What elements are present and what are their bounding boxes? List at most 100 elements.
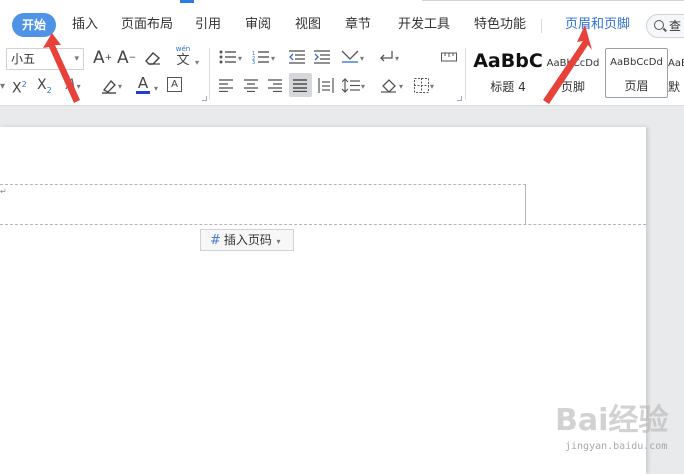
bullet-list-icon (219, 50, 236, 64)
line-break-icon (380, 51, 393, 62)
chevron-down-icon[interactable]: ▾ (195, 54, 199, 72)
align-left-button[interactable] (219, 79, 233, 98)
ribbon-toolbar: 小五 ▾ A+ A− wén 文 ▾ ▾ X2 X2 A▾ ▾ A ▾ A ▾ … (0, 44, 684, 106)
justify-button[interactable] (289, 73, 312, 97)
style-label: 页眉 (624, 79, 649, 93)
style-footer[interactable]: AaBbCcDd 页脚 (540, 48, 606, 98)
distribute-align-button[interactable] (318, 78, 334, 99)
tab-chapter[interactable]: 章节 (345, 13, 371, 37)
clear-format-button[interactable] (144, 50, 162, 72)
document-page[interactable]: ↵ # 插入页码 ▾ (0, 127, 646, 474)
menu-divider (541, 19, 542, 33)
increase-font-icon: A (93, 48, 105, 68)
increase-font-size-button[interactable]: A+ (93, 49, 112, 67)
shading-button[interactable]: ▾ (380, 78, 403, 99)
tab-page-layout[interactable]: 页面布局 (121, 13, 173, 37)
text-direction-icon (341, 50, 359, 63)
text-effect-icon: A (66, 77, 76, 93)
tab-developer-tools[interactable]: 开发工具 (398, 13, 450, 37)
line-spacing-icon (341, 78, 360, 93)
distributed-button[interactable] (441, 50, 457, 70)
character-border-button[interactable]: A (167, 77, 182, 92)
bullet-list-button[interactable]: ▾ (219, 50, 242, 70)
distribute-icon (318, 78, 334, 93)
style-sample: AaBbC (473, 50, 543, 72)
superscript-button[interactable]: X2 (12, 76, 27, 98)
style-header[interactable]: AaBbCcDd 页眉 (605, 48, 668, 98)
line-break-button[interactable]: ▾ (378, 50, 399, 70)
title-bar-border (422, 0, 684, 1)
superscript-exponent: 2 (21, 80, 27, 89)
tab-review[interactable]: 审阅 (245, 13, 271, 37)
baidu-watermark: Bai经验 jingyan.baidu.com (555, 395, 684, 470)
chevron-down-icon: ▾ (273, 237, 281, 246)
style-sample: AaB (668, 58, 684, 69)
borders-button[interactable]: ▾ (414, 78, 434, 99)
style-sample: AaBbCcDd (610, 57, 663, 68)
numbered-list-icon: 123 (252, 51, 269, 66)
subscript-button[interactable]: X2 (37, 76, 52, 100)
tab-header-footer[interactable]: 页眉和页脚 (565, 13, 630, 37)
phonetic-guide-button[interactable]: wén 文 (173, 45, 193, 68)
text-direction-button[interactable]: ▾ (341, 50, 364, 70)
svg-text:3: 3 (252, 60, 255, 64)
decrease-indent-button[interactable] (289, 50, 305, 70)
chevron-down-icon[interactable]: ▾ (154, 80, 158, 98)
line-spacing-button[interactable]: ▾ (341, 78, 365, 99)
paragraph-dialog-launcher[interactable] (457, 96, 462, 101)
align-justify-icon (293, 79, 307, 93)
highlight-button[interactable]: ▾ (101, 78, 122, 100)
ribbon-menu-bar: 开始 插入 页面布局 引用 审阅 视图 章节 开发工具 特色功能 页眉和页脚 查 (0, 6, 684, 44)
tab-references[interactable]: 引用 (195, 13, 221, 37)
align-right-icon (268, 79, 282, 93)
increase-indent-button[interactable] (314, 50, 330, 70)
style-heading-4[interactable]: AaBbC 标题 4 (472, 48, 544, 98)
align-center-icon (244, 79, 258, 93)
font-size-select[interactable]: 小五 ▾ (6, 48, 84, 70)
chevron-down-icon[interactable]: ▾ (0, 78, 5, 96)
font-dialog-launcher[interactable] (202, 96, 207, 101)
page-number-icon: # (210, 233, 221, 248)
chevron-down-icon: ▾ (74, 54, 79, 64)
search-box[interactable]: 查 (646, 14, 684, 38)
eraser-icon (145, 52, 161, 65)
font-size-value: 小五 (11, 52, 36, 66)
font-color-icon: A (137, 74, 149, 92)
superscript-icon: X (12, 80, 22, 97)
text-effect-button[interactable]: A▾ (66, 76, 81, 96)
tab-insert[interactable]: 插入 (72, 13, 98, 37)
style-label: 页脚 (560, 80, 585, 94)
group-divider (209, 48, 210, 100)
subscript-icon: X (37, 77, 47, 93)
search-icon (654, 20, 664, 30)
watermark-brand: Bai经验 (555, 403, 669, 438)
tab-start[interactable]: 开始 (12, 13, 57, 37)
subscript-exponent: 2 (46, 85, 52, 95)
ruler-icon (441, 52, 457, 62)
insert-page-number-label: 插入页码 (223, 233, 272, 247)
tab-view[interactable]: 视图 (295, 13, 321, 37)
align-center-button[interactable] (244, 79, 258, 98)
tab-special-features[interactable]: 特色功能 (474, 13, 526, 37)
header-region[interactable] (0, 184, 526, 224)
insert-page-number-button[interactable]: # 插入页码 ▾ (200, 229, 294, 251)
align-right-button[interactable] (268, 79, 282, 98)
phonetic-char-icon: 文 (176, 53, 190, 68)
border-grid-icon (414, 78, 429, 93)
indent-icon (314, 50, 330, 64)
char-border-icon: A (171, 79, 178, 90)
active-doc-tab-indicator (180, 0, 194, 3)
style-label: 标题 4 (490, 80, 526, 94)
outdent-icon (289, 50, 305, 64)
header-separator (0, 224, 646, 225)
decrease-font-icon: A (117, 48, 129, 68)
group-divider (465, 48, 466, 100)
style-label: 默 (668, 80, 681, 94)
highlighter-icon (102, 80, 116, 94)
style-default[interactable]: AaB 默 (668, 48, 684, 98)
styles-gallery: AaBbC 标题 4 AaBbCcDd 页脚 AaBbCcDd 页眉 AaB 默 (470, 48, 684, 100)
paint-bucket-icon (381, 79, 396, 93)
numbered-list-button[interactable]: 123 ▾ (252, 50, 275, 70)
decrease-font-size-button[interactable]: A− (117, 49, 136, 67)
font-color-button[interactable]: A (136, 75, 150, 94)
